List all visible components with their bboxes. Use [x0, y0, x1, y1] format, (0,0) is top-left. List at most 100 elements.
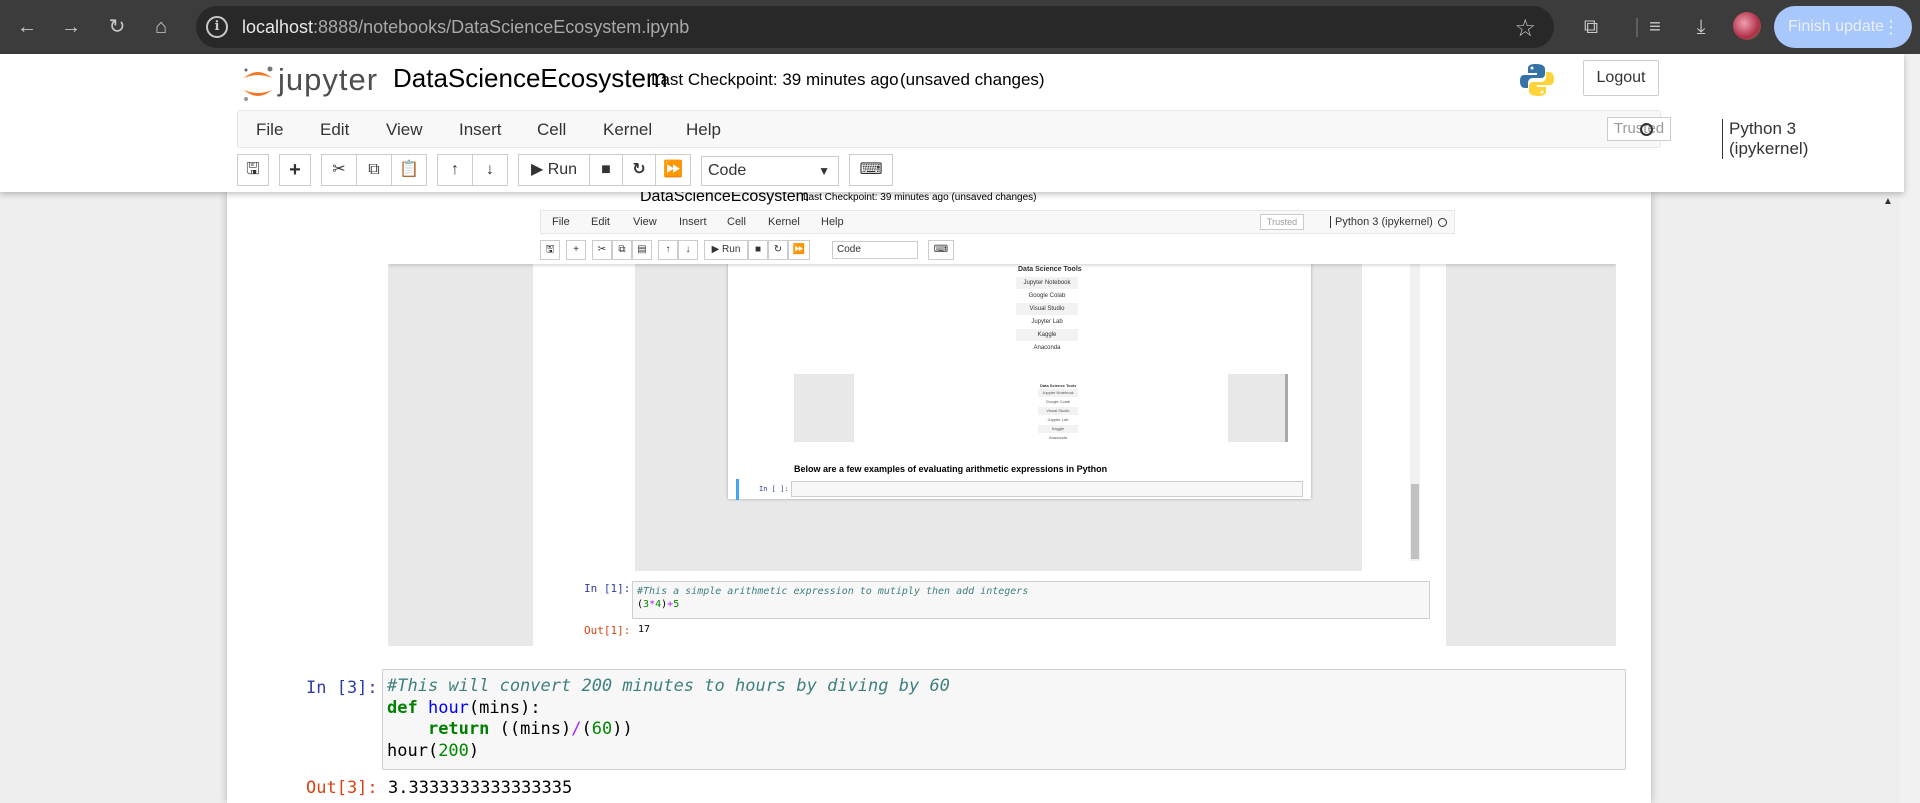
menu-edit[interactable]: Edit	[320, 120, 349, 140]
embedded-cell1-code: #This a simple arithmetic expression to …	[632, 581, 1430, 619]
kernel-name[interactable]: Python 3 (ipykernel)	[1722, 119, 1808, 159]
embedded-menu-kernel: Kernel	[768, 216, 800, 228]
tiny-tool-item: Kaggle	[1038, 425, 1078, 433]
run-button[interactable]: ▶ Run	[518, 154, 590, 186]
tool-item: Anaconda	[1033, 345, 1061, 351]
nested-empty-cell: In [ ]:	[736, 479, 1303, 500]
notebook-name[interactable]: DataScienceEcosystem	[393, 63, 668, 94]
logout-button[interactable]: Logout	[1583, 60, 1659, 96]
embedded-menu-help: Help	[821, 216, 844, 228]
nested-screenshot-frame: Data Science Tools Jupyter Notebook Goog…	[635, 264, 1362, 571]
embedded-stop-icon: ■	[748, 240, 768, 260]
move-down-icon[interactable]: ↓	[472, 154, 508, 186]
embedded-save-icon: 🖫	[540, 240, 560, 260]
play-icon: ▶	[530, 161, 544, 178]
kernel-status-icon	[1640, 123, 1653, 136]
jupyter-header: jupyter DataScienceEcosystem Last Checkp…	[0, 54, 1904, 192]
cell3-out-prompt: Out[3]:	[306, 778, 378, 798]
tool-item: Visual Studio	[1016, 303, 1078, 315]
embedded-cell1-out-prompt: Out[1]:	[584, 624, 631, 637]
nested-page: Data Science Tools Jupyter Notebook Goog…	[728, 264, 1311, 500]
home-icon[interactable]: ⌂	[146, 12, 176, 42]
profile-avatar[interactable]	[1733, 12, 1761, 40]
cell3-code-input[interactable]: #This will convert 200 minutes to hours …	[382, 669, 1626, 770]
last-checkpoint: Last Checkpoint: 39 minutes ago	[651, 70, 899, 89]
tool-item: Jupyter Lab	[1031, 319, 1063, 325]
fast-forward-icon[interactable]: ⏩	[655, 154, 691, 186]
embedded-cut-icon: ✂	[592, 240, 612, 260]
jupyter-logo-text: jupyter	[278, 62, 379, 97]
embedded-notebook-name: DataScienceEcosystem	[640, 192, 809, 205]
menu-view[interactable]: View	[386, 120, 423, 140]
move-up-icon[interactable]: ↑	[437, 154, 473, 186]
embedded-menu-edit: Edit	[591, 216, 610, 228]
url-text[interactable]: localhost:8888/notebooks/DataScienceEcos…	[242, 17, 689, 38]
embedded-screenshot: DataScienceEcosystem Last Checkpoint: 39…	[388, 192, 1616, 646]
restart-icon[interactable]: ↻	[622, 154, 656, 186]
embedded-menubar: File Edit View Insert Cell Kernel Help T…	[540, 210, 1455, 234]
keyboard-icon[interactable]: ⌨	[849, 154, 893, 186]
embedded-copy-icon: ⧉	[612, 240, 632, 260]
extensions-icon[interactable]: ⧉	[1576, 12, 1606, 42]
below-examples-text: Below are a few examples of evaluating a…	[794, 464, 1108, 474]
tool-item: Kaggle	[1016, 329, 1078, 341]
embedded-menu-view: View	[633, 216, 657, 228]
python-logo-icon	[1520, 64, 1554, 96]
tiny-tool-item: Anaconda	[1048, 435, 1067, 440]
more-options-icon[interactable]: ⋮	[1882, 6, 1900, 48]
finish-update-button[interactable]: Finish update ⋮	[1774, 6, 1912, 48]
menu-file[interactable]: File	[256, 120, 283, 140]
reload-icon[interactable]: ↻	[102, 12, 132, 42]
cell3-output: 3.3333333333333335	[388, 778, 573, 798]
download-icon[interactable]: ⤓	[1686, 12, 1716, 42]
save-icon[interactable]: 🖫	[237, 154, 269, 186]
code-comment: #This will convert 200 minutes to hours …	[387, 676, 950, 696]
menu-cell[interactable]: Cell	[537, 120, 566, 140]
media-queue-icon[interactable]: ≡	[1640, 12, 1670, 42]
back-arrow-icon[interactable]: ←	[12, 12, 42, 42]
menu-help[interactable]: Help	[686, 120, 721, 140]
embedded-cell1-prompt: In [1]:	[584, 582, 631, 595]
tiny-tool-item: Visual Studio	[1038, 407, 1078, 415]
tiny-tool-item: Jupyter Notebook	[1038, 389, 1078, 397]
embedded-menu-file: File	[552, 216, 570, 228]
nested-grey-panel	[1228, 374, 1288, 442]
embedded-insert-icon: +	[566, 240, 586, 260]
stop-icon[interactable]: ■	[589, 154, 623, 186]
site-info-icon[interactable]: i	[206, 16, 228, 38]
embedded-trusted: Trusted	[1260, 214, 1304, 230]
cut-icon[interactable]: ✂	[321, 154, 357, 186]
scroll-up-icon[interactable]: ▲	[1883, 196, 1893, 207]
browser-toolbar: ← → ↻ ⌂ i localhost:8888/notebooks/DataS…	[0, 0, 1920, 54]
cell3-in-prompt: In [3]:	[306, 678, 378, 698]
insert-cell-icon[interactable]: +	[279, 154, 311, 186]
embedded-restart-icon: ↻	[768, 240, 788, 260]
cell-type-select[interactable]: Code ▼	[701, 156, 839, 186]
embedded-scrollbar	[1410, 264, 1420, 561]
chevron-down-icon: ▼	[818, 164, 830, 178]
copy-icon[interactable]: ⧉	[356, 154, 392, 186]
embedded-kernel: Python 3 (ipykernel)	[1330, 216, 1433, 228]
trusted-badge[interactable]: Trusted	[1607, 117, 1671, 141]
nested-empty-input	[791, 481, 1303, 497]
embedded-menu-insert: Insert	[679, 216, 707, 228]
tiny-tool-item: Google Colab	[1045, 399, 1071, 404]
tool-item: Jupyter Notebook	[1016, 277, 1078, 289]
unsaved-changes: (unsaved changes)	[900, 70, 1045, 89]
tiny-tool-item: Jupyter Lab	[1047, 417, 1069, 422]
bookmark-star-icon[interactable]: ☆	[1514, 14, 1536, 43]
menu-kernel[interactable]: Kernel	[603, 120, 652, 140]
embedded-checkpoint: Last Checkpoint: 39 minutes ago (unsaved…	[803, 192, 1037, 203]
forward-arrow-icon[interactable]: →	[56, 12, 86, 42]
menu-insert[interactable]: Insert	[459, 120, 502, 140]
paste-icon[interactable]: 📋	[391, 154, 427, 186]
embedded-ff-icon: ⏩	[788, 240, 810, 260]
embedded-kernel-status-icon	[1438, 218, 1447, 227]
embedded-cell1-result: 17	[638, 624, 651, 635]
embedded-up-icon: ↑	[658, 240, 678, 260]
embedded-keyboard-icon: ⌨	[928, 240, 954, 260]
embedded-run-button: ▶ Run	[704, 240, 748, 260]
address-bar[interactable]: i localhost:8888/notebooks/DataScienceEc…	[196, 6, 1554, 48]
embedded-header: DataScienceEcosystem Last Checkpoint: 39…	[388, 192, 1616, 264]
menu-bar: File Edit View Insert Cell Kernel Help T…	[237, 110, 1808, 159]
